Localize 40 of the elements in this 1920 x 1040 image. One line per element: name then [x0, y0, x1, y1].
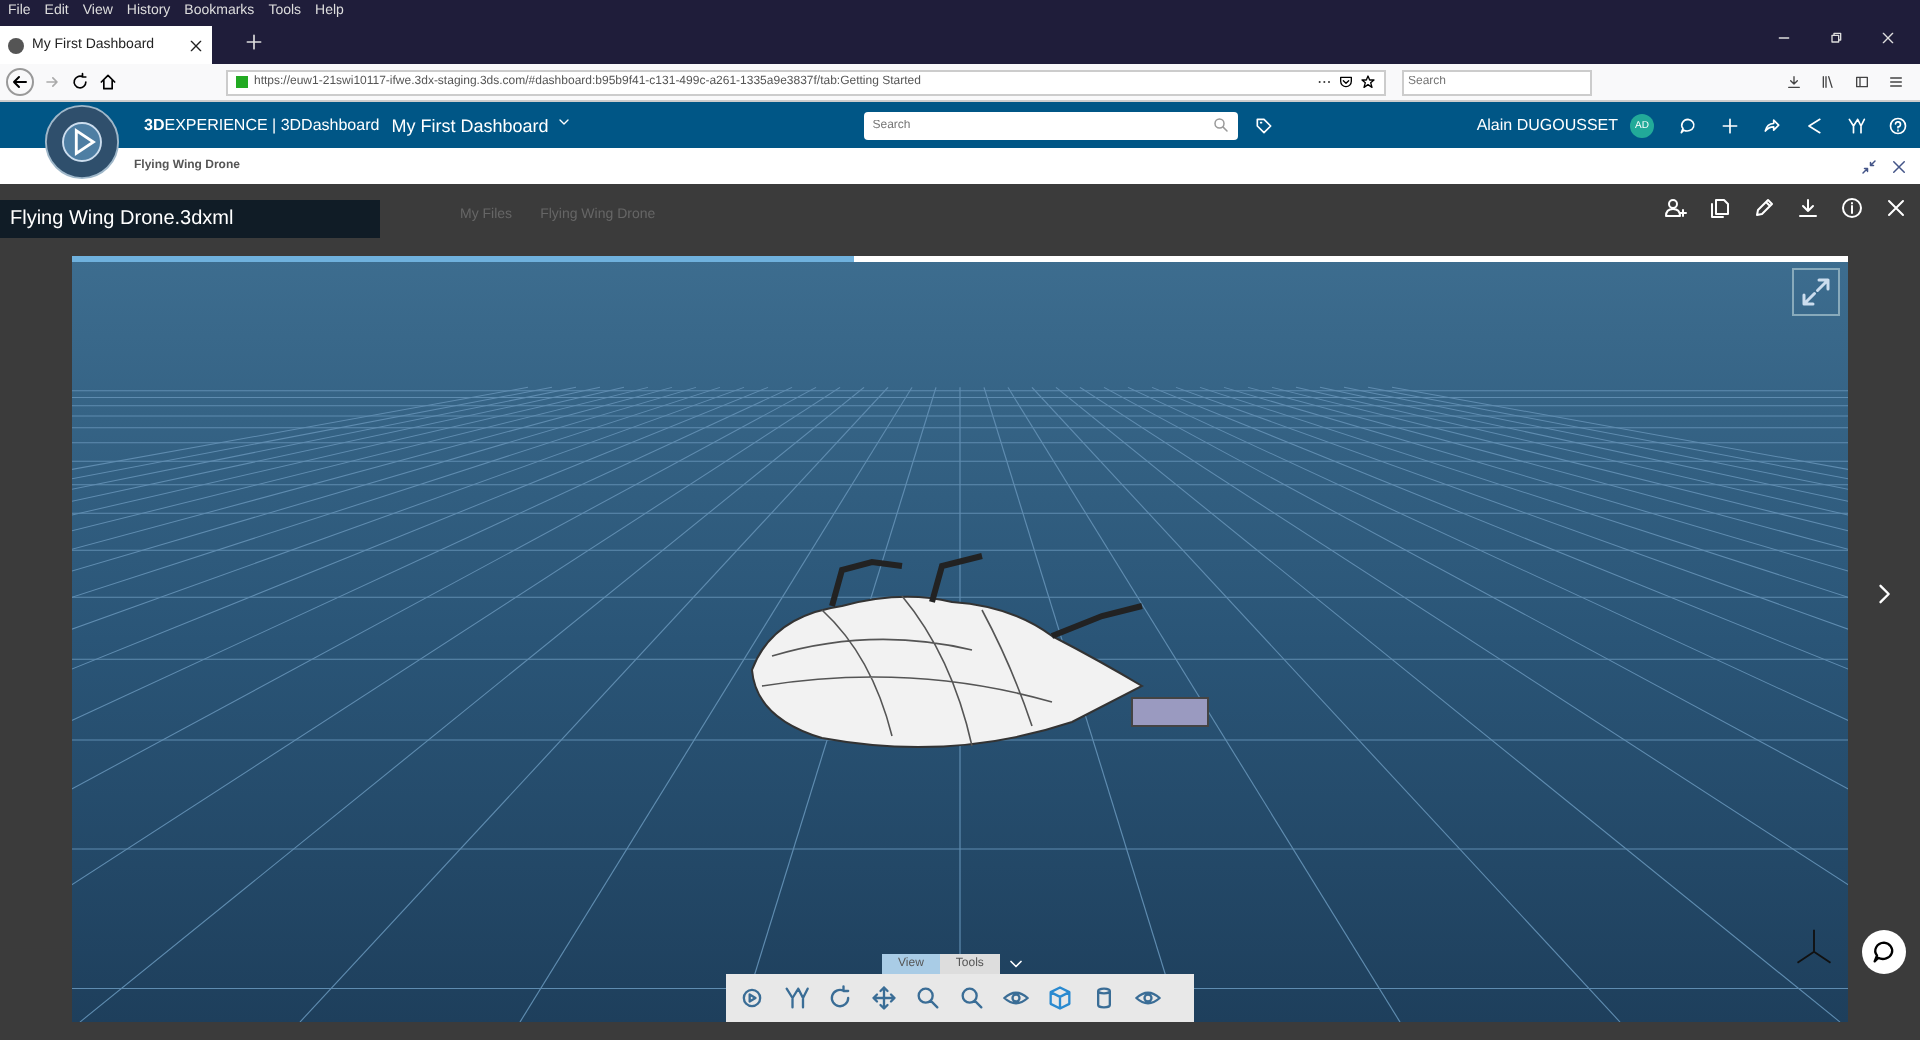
- restore-icon[interactable]: [1828, 29, 1844, 45]
- copy-icon[interactable]: [1708, 196, 1732, 220]
- site-icon: [8, 37, 24, 53]
- home-icon[interactable]: [98, 72, 118, 92]
- bookmark-star-icon[interactable]: [1360, 74, 1376, 90]
- chat-icon[interactable]: [1678, 115, 1698, 135]
- expand-icon[interactable]: [1792, 268, 1840, 316]
- pocket-icon[interactable]: [1338, 74, 1354, 90]
- reload-icon[interactable]: [70, 72, 90, 92]
- sidebar-icon[interactable]: [1854, 74, 1870, 90]
- axis-icon[interactable]: [782, 984, 810, 1012]
- pan-icon[interactable]: [870, 984, 898, 1012]
- add-user-icon[interactable]: [1664, 196, 1688, 220]
- close-icon[interactable]: [1884, 196, 1908, 220]
- dashboard-title[interactable]: My First Dashboard: [391, 115, 549, 135]
- back-icon[interactable]: [6, 68, 34, 96]
- tools-icon[interactable]: [1846, 115, 1866, 135]
- chat-bubble-icon[interactable]: [1862, 930, 1906, 974]
- pencil-icon[interactable]: [1752, 196, 1776, 220]
- chevron-down-icon[interactable]: [556, 114, 573, 130]
- cube-icon[interactable]: [1046, 984, 1074, 1012]
- download-icon[interactable]: [1786, 74, 1802, 90]
- close-icon[interactable]: [1890, 157, 1908, 175]
- zoom-icon[interactable]: [914, 984, 942, 1012]
- info-icon[interactable]: [1840, 196, 1864, 220]
- tag-icon[interactable]: [1254, 115, 1275, 135]
- library-icon[interactable]: [1820, 74, 1836, 90]
- viewer-title: Flying Wing Drone.3dxml: [0, 200, 380, 238]
- close-tab-icon[interactable]: [188, 37, 204, 53]
- zoom-area-icon[interactable]: [958, 984, 986, 1012]
- share-icon[interactable]: [1762, 115, 1782, 135]
- rotate-icon[interactable]: [826, 984, 854, 1012]
- fit-all-icon[interactable]: [738, 984, 766, 1012]
- user-name[interactable]: Alain DUGOUSSET: [1476, 116, 1618, 134]
- search-icon[interactable]: [1212, 116, 1231, 134]
- collapse-icon[interactable]: [1860, 157, 1878, 175]
- menu-icon[interactable]: [1888, 74, 1904, 90]
- add-icon[interactable]: [1720, 115, 1740, 135]
- app-brand: 3DEXPERIENCE | 3DDashboard: [144, 116, 380, 134]
- help-icon[interactable]: [1888, 115, 1908, 135]
